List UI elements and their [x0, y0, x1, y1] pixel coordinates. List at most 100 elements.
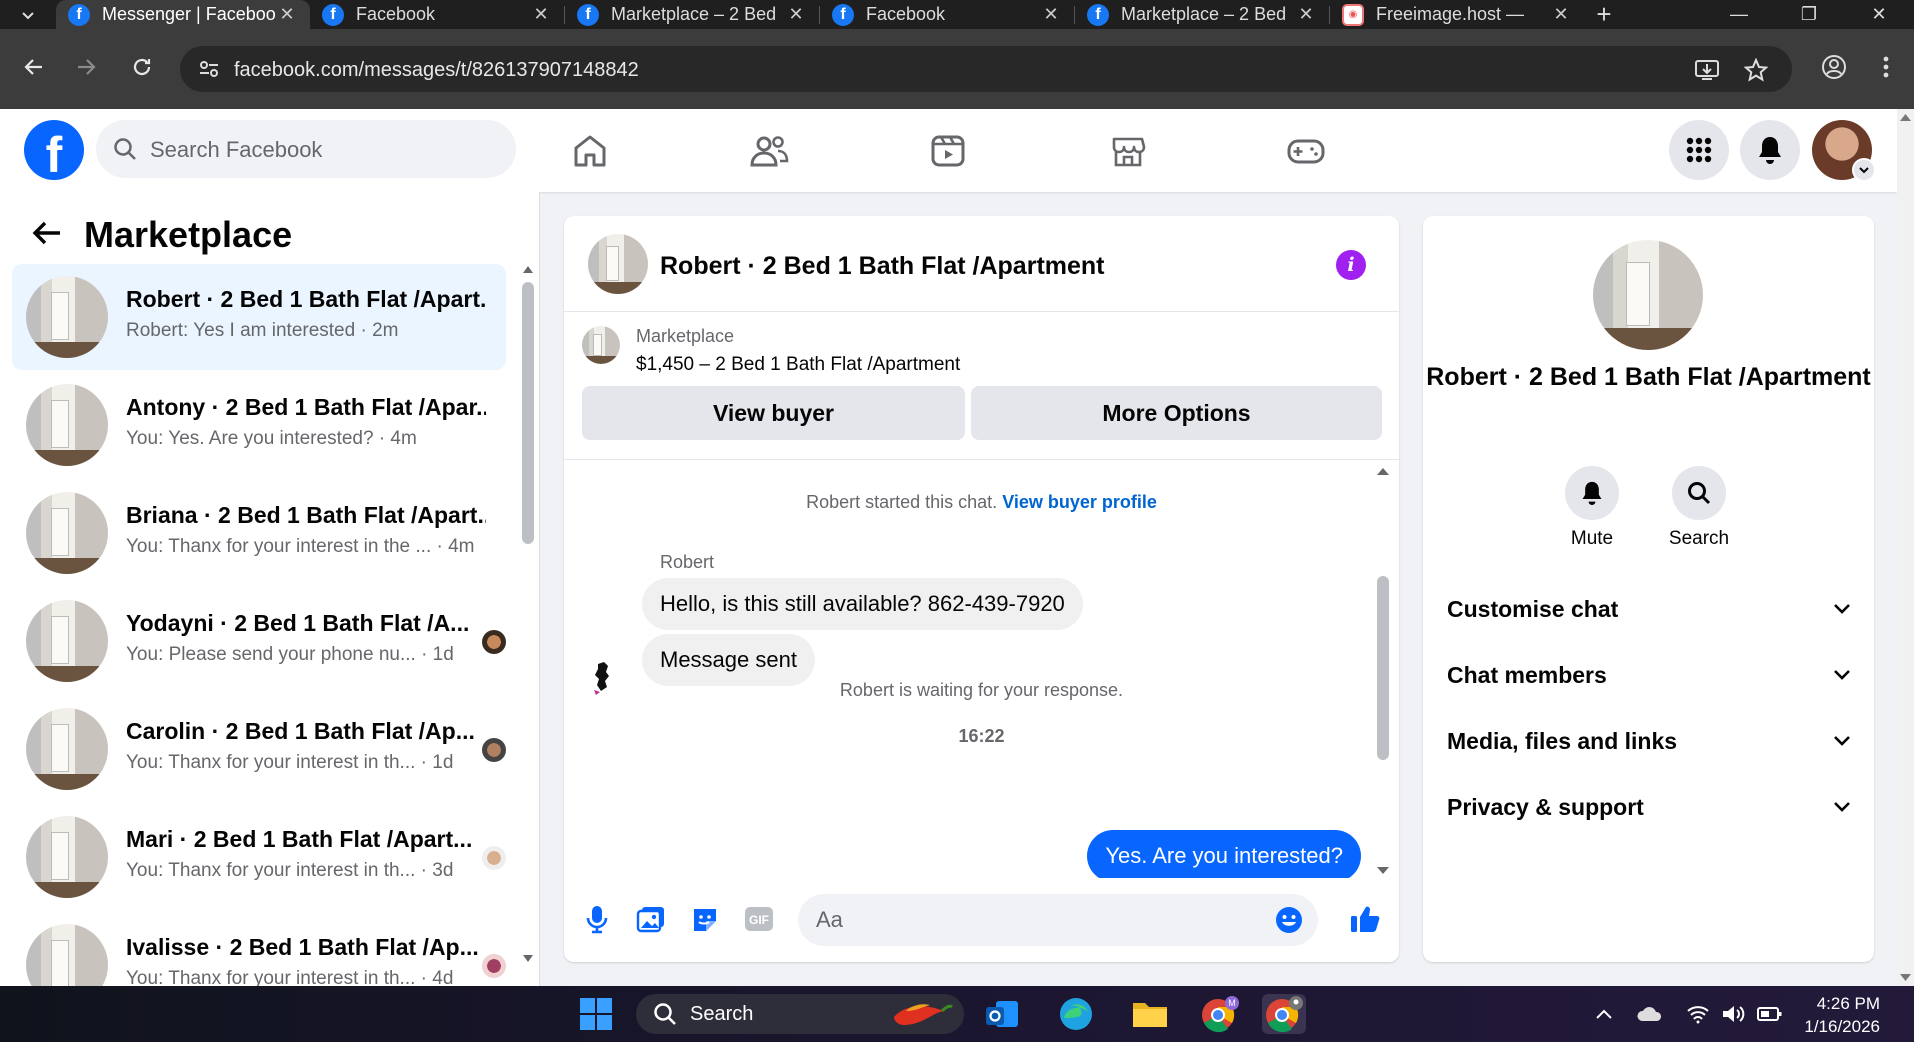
close-tab-icon[interactable]: ✕	[1040, 4, 1062, 25]
nav-video-icon[interactable]	[922, 126, 974, 176]
back-arrow-icon[interactable]	[32, 220, 62, 251]
mute-button[interactable]: Mute	[1552, 466, 1632, 550]
view-buyer-button[interactable]: View buyer	[582, 386, 965, 440]
read-receipt-avatar	[482, 738, 506, 762]
volume-icon[interactable]	[1720, 1000, 1748, 1028]
wifi-icon[interactable]	[1684, 1000, 1712, 1028]
forward-button[interactable]	[66, 47, 106, 87]
close-tab-icon[interactable]: ✕	[785, 4, 807, 25]
taskbar-search[interactable]: Search	[636, 994, 964, 1034]
conversation-list-panel: Marketplace Robert · 2 Bed 1 Bath Flat /…	[0, 192, 540, 986]
scroll-up-icon	[523, 266, 533, 273]
profile-avatar[interactable]	[1812, 120, 1876, 182]
browser-menu-button[interactable]	[1866, 47, 1906, 87]
conversation-snippet: Robert: Yes I am interested · 2m	[126, 320, 399, 341]
browser-tab-2[interactable]: f Facebook ✕	[310, 0, 564, 29]
conversation-item[interactable]: Mari · 2 Bed 1 Bath Flat /Apart... You: …	[12, 804, 506, 910]
microphone-icon[interactable]	[580, 902, 614, 936]
chat-title[interactable]: Robert · 2 Bed 1 Bath Flat /Apartment	[660, 252, 1105, 281]
listing-description[interactable]: $1,450 – 2 Bed 1 Bath Flat /Apartment	[636, 354, 960, 376]
svg-text:GIF: GIF	[749, 913, 769, 927]
site-info-icon[interactable]	[198, 58, 220, 85]
close-tab-icon[interactable]: ✕	[1550, 4, 1572, 25]
conversation-item[interactable]: Robert · 2 Bed 1 Bath Flat /Apart... Rob…	[12, 264, 506, 370]
outgoing-message[interactable]: Yes. Are you interested?	[1087, 830, 1361, 878]
onedrive-icon[interactable]	[1636, 1000, 1664, 1028]
browser-tab-3[interactable]: f Marketplace – 2 Bed ✕	[565, 0, 819, 29]
menu-button[interactable]	[1669, 120, 1729, 180]
edge-icon[interactable]	[1054, 994, 1098, 1034]
battery-icon[interactable]	[1756, 1000, 1784, 1028]
info-icon[interactable]: i	[1336, 250, 1366, 280]
system-clock[interactable]: 4:26 PM 1/16/2026	[1804, 992, 1880, 1038]
customise-chat-section[interactable]: Customise chat	[1447, 589, 1851, 629]
facebook-header: f Search Facebook	[0, 109, 1897, 192]
scrollbar-thumb[interactable]	[1377, 576, 1389, 760]
browser-tab-6[interactable]: ◉ Freeimage.host — ✕	[1330, 0, 1584, 29]
conversation-item[interactable]: Ivalisse · 2 Bed 1 Bath Flat /Ap... You:…	[12, 912, 506, 986]
nav-gaming-icon[interactable]	[1280, 126, 1332, 176]
install-app-icon[interactable]	[1694, 58, 1720, 87]
tray-overflow-icon[interactable]	[1590, 1000, 1618, 1028]
windows-start-icon[interactable]	[574, 994, 618, 1034]
facebook-logo-icon[interactable]: f	[24, 120, 84, 180]
minimize-icon[interactable]: —	[1704, 0, 1774, 29]
scroll-up-icon	[1900, 114, 1911, 121]
close-window-icon[interactable]: ✕	[1844, 0, 1914, 29]
sticker-icon[interactable]	[688, 902, 722, 936]
conversation-item[interactable]: Antony · 2 Bed 1 Bath Flat /Apar... You:…	[12, 372, 506, 478]
restore-icon[interactable]: ❐	[1774, 0, 1844, 29]
incoming-message[interactable]: Hello, is this still available? 862-439-…	[642, 578, 1083, 630]
conversation-item[interactable]: Carolin · 2 Bed 1 Bath Flat /Ap... You: …	[12, 696, 506, 802]
tab-search-menu[interactable]	[0, 0, 56, 29]
close-tab-icon[interactable]: ✕	[530, 4, 552, 25]
nav-friends-icon[interactable]	[743, 126, 795, 176]
address-bar[interactable]: facebook.com/messages/t/826137907148842	[180, 46, 1792, 92]
message-input-box[interactable]	[798, 894, 1318, 946]
conversation-item[interactable]: Yodayni · 2 Bed 1 Bath Flat /A... You: P…	[12, 588, 506, 694]
search-chat-button[interactable]: Search	[1659, 466, 1739, 550]
gif-icon[interactable]: GIF	[742, 902, 776, 936]
conversation-list-scrollbar[interactable]	[522, 264, 534, 964]
chat-profile-picture[interactable]	[1593, 240, 1703, 350]
outlook-icon[interactable]	[980, 994, 1024, 1034]
browser-tab-5[interactable]: f Marketplace – 2 Bed ✕	[1075, 0, 1329, 29]
bookmark-star-icon[interactable]	[1743, 57, 1769, 87]
chat-members-section[interactable]: Chat members	[1447, 655, 1851, 695]
new-tab-icon[interactable]: +	[1584, 0, 1624, 30]
message-input[interactable]	[816, 904, 1256, 936]
notifications-button[interactable]	[1740, 120, 1800, 180]
facebook-search-box[interactable]: Search Facebook	[96, 120, 516, 178]
browser-tab-1[interactable]: f Messenger | Facebook ✕	[56, 0, 310, 29]
chrome-active-icon[interactable]	[1262, 994, 1306, 1034]
chevron-down-icon[interactable]	[1852, 158, 1876, 182]
conversation-item[interactable]: Briana · 2 Bed 1 Bath Flat /Apart... You…	[12, 480, 506, 586]
scrollbar-thumb[interactable]	[522, 282, 534, 544]
close-tab-icon[interactable]: ✕	[276, 4, 298, 25]
chili-pepper-icon	[894, 1004, 954, 1025]
profile-button[interactable]	[1814, 47, 1854, 87]
privacy-support-section[interactable]: Privacy & support	[1447, 787, 1851, 827]
incoming-message[interactable]: Message sent	[642, 634, 815, 686]
view-buyer-profile-link[interactable]: View buyer profile	[1002, 492, 1157, 512]
nav-home-icon[interactable]	[564, 126, 616, 176]
page-scrollbar[interactable]	[1897, 109, 1914, 986]
reload-button[interactable]	[122, 47, 162, 87]
chat-scrollbar[interactable]	[1376, 466, 1390, 876]
browser-tab-4[interactable]: f Facebook ✕	[820, 0, 1074, 29]
listing-thumbnail[interactable]	[582, 326, 620, 364]
close-tab-icon[interactable]: ✕	[1295, 4, 1317, 25]
thumbs-up-icon[interactable]	[1348, 902, 1382, 936]
more-options-button[interactable]: More Options	[971, 386, 1382, 440]
back-button[interactable]	[14, 47, 54, 87]
media-files-links-section[interactable]: Media, files and links	[1447, 721, 1851, 761]
conversation-name: Ivalisse · 2 Bed 1 Bath Flat /Ap...	[126, 934, 479, 960]
emoji-icon[interactable]	[1274, 905, 1304, 940]
file-explorer-icon[interactable]	[1128, 994, 1172, 1034]
chat-avatar[interactable]	[588, 234, 648, 294]
nav-marketplace-icon[interactable]	[1102, 126, 1154, 176]
chat-started-text: Robert started this chat.	[806, 492, 998, 512]
chrome-profile-icon[interactable]: M	[1198, 994, 1242, 1034]
photo-attach-icon[interactable]	[634, 902, 668, 936]
more-vertical-icon	[1883, 56, 1889, 78]
